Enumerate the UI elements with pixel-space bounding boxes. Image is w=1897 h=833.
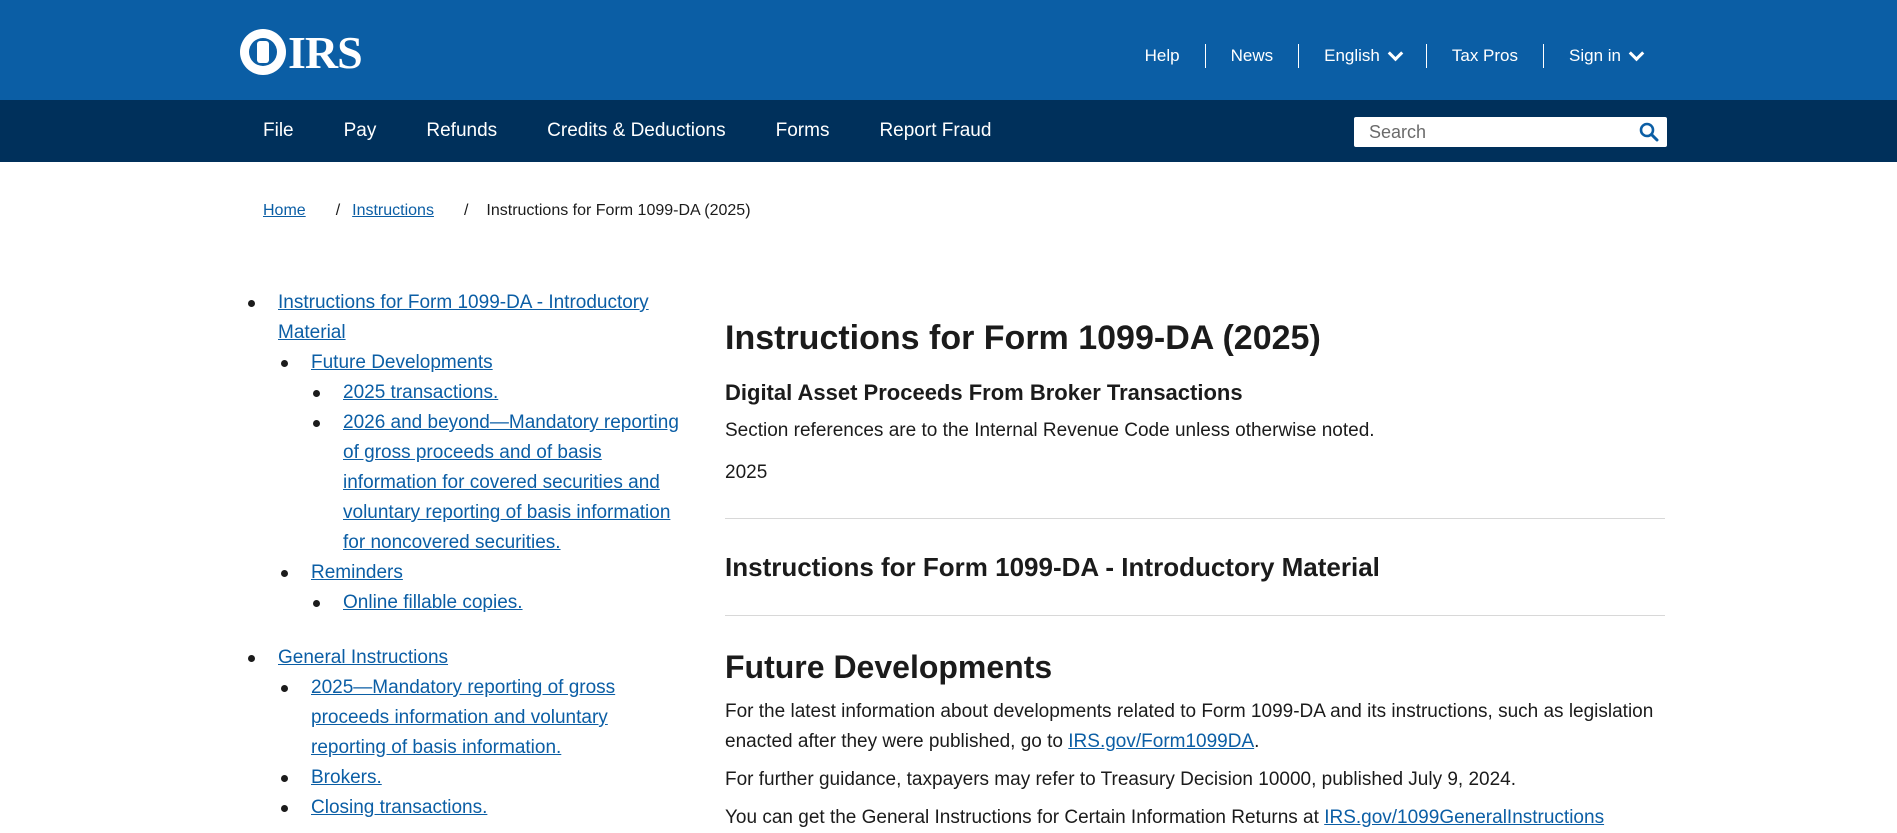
news-link[interactable]: News xyxy=(1204,44,1299,68)
chevron-down-icon xyxy=(1387,45,1404,62)
toc-link-reminders[interactable]: Reminders xyxy=(311,562,403,583)
page-title: Instructions for Form 1099-DA (2025) xyxy=(725,319,1321,357)
breadcrumb-instructions[interactable]: Instructions xyxy=(352,202,434,220)
intro-material-heading: Instructions for Form 1099-DA - Introduc… xyxy=(725,552,1380,582)
general-text: You can get the General Instructions for… xyxy=(725,807,1325,828)
divider xyxy=(725,518,1665,519)
top-utility-bar: IRS Help News English Tax Pros Sign in xyxy=(0,0,1897,100)
bullet xyxy=(281,570,288,577)
section-references-text: Section references are to the Internal R… xyxy=(725,420,1375,441)
bullet xyxy=(313,420,320,427)
news-label: News xyxy=(1230,46,1274,65)
toc-link-intro-material[interactable]: Instructions for Form 1099-DA - Introduc… xyxy=(278,292,649,343)
guidance-paragraph: For further guidance, taxpayers may refe… xyxy=(725,769,1517,790)
nav-refunds[interactable]: Refunds xyxy=(401,120,522,142)
tax-pros-link[interactable]: Tax Pros xyxy=(1425,44,1543,68)
breadcrumb-separator: / xyxy=(463,202,469,219)
language-dropdown[interactable]: English xyxy=(1298,44,1426,68)
nav-file[interactable]: File xyxy=(238,120,319,142)
divider xyxy=(725,615,1665,616)
bullet xyxy=(281,805,288,812)
general-instructions-paragraph: You can get the General Instructions for… xyxy=(725,803,1665,833)
revision-year: 2025 xyxy=(725,462,768,483)
breadcrumb-home[interactable]: Home xyxy=(263,202,306,220)
help-label: Help xyxy=(1144,46,1180,65)
main-nav-items: File Pay Refunds Credits & Deductions Fo… xyxy=(238,100,1016,162)
future-text-end: . xyxy=(1254,731,1260,752)
form-1099da-link[interactable]: IRS.gov/Form1099DA xyxy=(1068,731,1254,752)
toc-spacer xyxy=(240,618,680,643)
nav-credits-deductions[interactable]: Credits & Deductions xyxy=(522,120,750,142)
toc-link-2026-and-beyond[interactable]: 2026 and beyond—Mandatory reporting of g… xyxy=(343,412,679,553)
language-label: English xyxy=(1324,46,1380,65)
nav-forms[interactable]: Forms xyxy=(751,120,855,142)
bullet xyxy=(248,300,255,307)
bullet xyxy=(313,600,320,607)
breadcrumb: Home / Instructions / Instructions for F… xyxy=(263,202,751,220)
bullet xyxy=(313,390,320,397)
eagle-logo-icon xyxy=(240,29,286,75)
utility-nav: Help News English Tax Pros Sign in xyxy=(1120,44,1667,68)
sign-in-dropdown[interactable]: Sign in xyxy=(1543,44,1667,68)
toc-item: 2025—Mandatory reporting of gross procee… xyxy=(240,673,680,763)
tax-pros-label: Tax Pros xyxy=(1451,46,1519,65)
toc-item: Brokers. xyxy=(240,763,680,793)
chevron-down-icon xyxy=(1628,45,1645,62)
toc-link-2025-mandatory-reporting[interactable]: 2025—Mandatory reporting of gross procee… xyxy=(311,677,615,758)
toc-item: Instructions for Form 1099-DA - Introduc… xyxy=(240,288,680,348)
toc-link-future-developments[interactable]: Future Developments xyxy=(311,352,493,373)
sign-in-label: Sign in xyxy=(1569,46,1621,65)
main-content: Instructions for Form 1099-DA (2025) Dig… xyxy=(725,310,1665,833)
toc-item: Closing transactions. xyxy=(240,793,680,823)
toc-link-brokers[interactable]: Brokers. xyxy=(311,767,382,788)
nav-pay[interactable]: Pay xyxy=(319,120,402,142)
breadcrumb-current: Instructions for Form 1099-DA (2025) xyxy=(486,202,751,219)
breadcrumb-separator: / xyxy=(335,202,341,219)
help-link[interactable]: Help xyxy=(1120,44,1205,68)
toc-link-online-fillable-copies[interactable]: Online fillable copies. xyxy=(343,592,523,613)
nav-report-fraud[interactable]: Report Fraud xyxy=(854,120,1016,142)
toc-item: 2026 and beyond—Mandatory reporting of g… xyxy=(240,408,680,558)
toc-item: General Instructions xyxy=(240,643,680,673)
bullet xyxy=(248,655,255,662)
toc-link-2025-transactions[interactable]: 2025 transactions. xyxy=(343,382,498,403)
future-developments-heading: Future Developments xyxy=(725,649,1053,685)
toc-link-general-instructions[interactable]: General Instructions xyxy=(278,647,448,668)
search-icon[interactable] xyxy=(1639,122,1659,142)
search-input[interactable] xyxy=(1354,117,1624,147)
toc-item: Reminders xyxy=(240,558,680,588)
bullet xyxy=(281,360,288,367)
page-subtitle: Digital Asset Proceeds From Broker Trans… xyxy=(725,380,1243,405)
toc-item: 2025 transactions. xyxy=(240,378,680,408)
irs-logo[interactable]: IRS xyxy=(240,26,363,78)
search-box xyxy=(1354,117,1667,147)
general-instructions-link[interactable]: IRS.gov/1099GeneralInstructions xyxy=(1324,807,1604,828)
toc-link-closing-transactions[interactable]: Closing transactions. xyxy=(311,797,487,818)
bullet xyxy=(281,685,288,692)
toc-item: Online fillable copies. xyxy=(240,588,680,618)
bullet xyxy=(281,775,288,782)
table-of-contents: Instructions for Form 1099-DA - Introduc… xyxy=(240,288,680,823)
logo-text: IRS xyxy=(288,26,363,78)
future-developments-paragraph: For the latest information about develop… xyxy=(725,697,1665,757)
toc-item: Future Developments xyxy=(240,348,680,378)
